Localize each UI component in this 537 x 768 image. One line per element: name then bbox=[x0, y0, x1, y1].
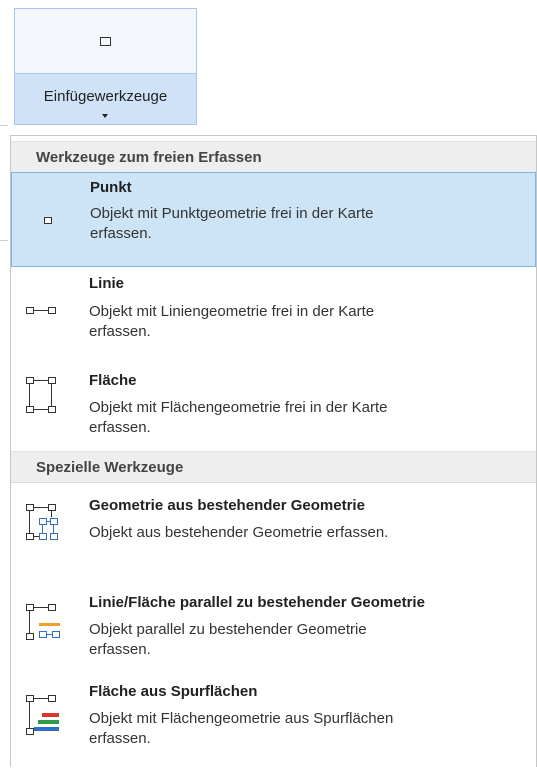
menu-item-title: Fläche bbox=[89, 372, 137, 389]
menu-item-description: Objekt parallel zu bestehender Geometrie… bbox=[89, 621, 367, 658]
line-icon bbox=[26, 307, 68, 317]
section-header-free-capture: Werkzeuge zum freien Erfassen bbox=[11, 141, 536, 173]
menu-item-punkt[interactable]: Punkt Objekt mit Punktgeometrie frei in … bbox=[11, 172, 536, 267]
edge-line bbox=[0, 240, 8, 241]
edge-line bbox=[0, 125, 8, 126]
menu-item-title: Geometrie aus bestehender Geometrie bbox=[89, 497, 365, 514]
menu-item-description: Objekt mit Flächengeometrie aus Spurfläc… bbox=[89, 710, 394, 747]
polygon-icon bbox=[26, 377, 68, 422]
menu-item-geometry-from-existing[interactable]: Geometrie aus bestehender Geometrie Obje… bbox=[11, 486, 536, 576]
geometry-from-existing-icon bbox=[26, 504, 68, 549]
point-square-icon bbox=[100, 37, 111, 46]
insert-tools-main-button[interactable] bbox=[15, 9, 196, 74]
menu-item-description: Objekt aus bestehender Geometrie erfasse… bbox=[89, 524, 389, 541]
menu-item-title: Linie/Fläche parallel zu bestehender Geo… bbox=[89, 594, 425, 611]
insert-tools-split-button[interactable]: Einfügewerkzeuge bbox=[14, 8, 197, 125]
insert-tools-menu: Werkzeuge zum freien Erfassen Punkt Obje… bbox=[10, 135, 537, 767]
chevron-down-icon bbox=[102, 114, 108, 118]
menu-item-title: Linie bbox=[89, 275, 125, 292]
menu-item-linie[interactable]: Linie Objekt mit Liniengeometrie frei in… bbox=[11, 271, 536, 356]
menu-item-description: Objekt mit Liniengeometrie frei in der K… bbox=[89, 303, 375, 340]
menu-item-title: Fläche aus Spurflächen bbox=[89, 683, 258, 700]
menu-item-flaeche[interactable]: Fläche Objekt mit Flächengeometrie frei … bbox=[11, 364, 536, 449]
menu-item-area-from-lanes[interactable]: Fläche aus Spurflächen Objekt mit Fläche… bbox=[11, 681, 536, 768]
area-from-lanes-icon bbox=[26, 695, 68, 743]
insert-tools-dropdown-button[interactable]: Einfügewerkzeuge bbox=[15, 74, 196, 124]
section-header-label: Werkzeuge zum freien Erfassen bbox=[36, 149, 262, 166]
section-header-label: Spezielle Werkzeuge bbox=[36, 459, 184, 476]
menu-item-parallel-geometry[interactable]: Linie/Fläche parallel zu bestehender Geo… bbox=[11, 584, 536, 674]
menu-item-description: Objekt mit Flächengeometrie frei in der … bbox=[89, 399, 388, 436]
section-header-special-tools: Spezielle Werkzeuge bbox=[11, 451, 536, 483]
menu-item-description: Objekt mit Punktgeometrie frei in der Ka… bbox=[90, 205, 374, 242]
menu-item-title: Punkt bbox=[90, 179, 132, 196]
parallel-geometry-icon bbox=[26, 604, 68, 649]
insert-tools-label: Einfügewerkzeuge bbox=[43, 88, 168, 105]
